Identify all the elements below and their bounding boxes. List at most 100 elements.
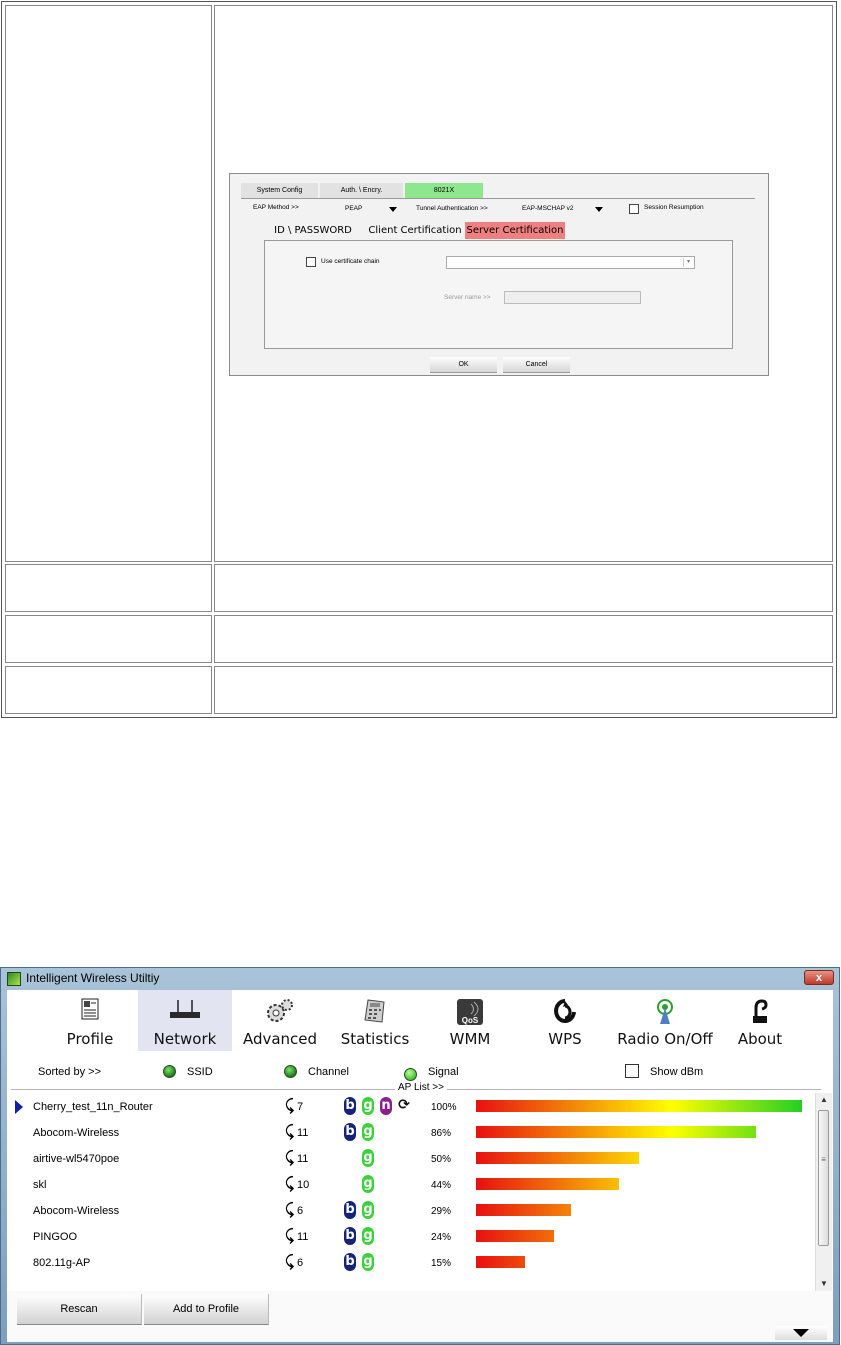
main-toolbar: Profile Network Advanced Statistics QoS … (7, 990, 833, 1051)
channel-icon: ⤹ (285, 1097, 295, 1114)
signal-strength-bar (476, 1178, 619, 1190)
cancel-button[interactable]: Cancel (503, 357, 570, 373)
scroll-down-icon[interactable]: ▼ (816, 1277, 832, 1291)
subtab-client-certification[interactable]: Client Certification (366, 222, 464, 239)
subtab-server-certification[interactable]: Server Certification (465, 222, 565, 239)
statistics-calculator-icon (362, 998, 388, 1029)
expand-button[interactable] (775, 1326, 827, 1340)
window-title: Intelligent Wireless Utiltiy (26, 971, 160, 985)
ap-list-row[interactable]: skl ⤹ 10 g 44% (7, 1171, 815, 1197)
sort-signal-radio[interactable] (404, 1068, 417, 1081)
ap-ssid: Abocom-Wireless (33, 1127, 120, 1139)
add-to-profile-button[interactable]: Add to Profile (144, 1294, 269, 1325)
wmm-qos-icon: QoS (456, 998, 484, 1031)
scrollbar-grip-icon: ≡ (821, 1155, 826, 1164)
table-cell-label-1 (5, 5, 212, 562)
tab-8021x[interactable]: 8021X (405, 183, 483, 198)
toolbar-wps[interactable]: WPS (518, 990, 612, 1051)
ap-list: Cherry_test_11n_Router ⤹ 7 b g n ⟳ 100% Abocom-W… (7, 1093, 815, 1291)
scrollbar-thumb[interactable] (818, 1110, 829, 1246)
toolbar-advanced[interactable]: Advanced (233, 990, 327, 1051)
document-table: System Config Auth. \ Encry. 8021X EAP M… (0, 0, 841, 721)
ap-signal-percent: 24% (431, 1232, 452, 1243)
toolbar-about[interactable]: About (713, 990, 807, 1051)
ap-list-row[interactable]: PINGOO ⤹ 11 b g 24% (7, 1223, 815, 1249)
window-client-area: Profile Network Advanced Statistics QoS … (7, 990, 833, 1342)
toolbar-wmm-label: WMM (449, 1030, 491, 1048)
toolbar-statistics[interactable]: Statistics (328, 990, 422, 1051)
tab-system-config[interactable]: System Config (241, 183, 318, 198)
ap-signal-percent: 29% (431, 1206, 452, 1217)
mode-g-badge: g (362, 1201, 374, 1219)
table-cell-label-4 (5, 666, 212, 714)
session-resumption-label: Session Resumption (644, 204, 704, 211)
ap-channel: 11 (297, 1231, 309, 1243)
toolbar-profile[interactable]: Profile (43, 990, 137, 1051)
toolbar-wmm[interactable]: QoS WMM (423, 990, 517, 1051)
advanced-gear-icon (264, 998, 296, 1029)
sort-signal-label: Signal (428, 1066, 459, 1078)
ap-list-row[interactable]: airtive-wl5470poe ⤹ 11 g 50% (7, 1145, 815, 1171)
server-name-label: Server name >> (444, 294, 491, 301)
ap-channel: 7 (297, 1101, 304, 1113)
ap-list-label: AP List >> (395, 1082, 447, 1093)
ap-signal-percent: 15% (431, 1258, 452, 1269)
mode-b-badge: b (344, 1097, 356, 1115)
title-bar[interactable]: Intelligent Wireless Utiltiy x (1, 968, 839, 989)
ap-ssid: PINGOO (33, 1231, 78, 1243)
close-button[interactable]: x (804, 970, 834, 985)
use-cert-chain-label: Use certificate chain (321, 258, 380, 265)
session-resumption-checkbox[interactable] (629, 204, 639, 214)
eap-method-dropdown-icon[interactable] (389, 207, 397, 212)
sort-channel-label: Channel (308, 1066, 349, 1078)
show-dbm-label: Show dBm (650, 1066, 704, 1078)
table-cell-content-4 (214, 666, 833, 714)
scroll-up-icon[interactable]: ▲ (816, 1093, 832, 1107)
mode-b-badge: b (344, 1201, 356, 1219)
show-dbm-checkbox[interactable] (625, 1064, 639, 1078)
ap-list-scrollbar[interactable]: ▲ ≡ ▼ (815, 1093, 832, 1291)
use-cert-chain-checkbox[interactable] (306, 257, 316, 267)
server-name-input[interactable] (504, 291, 641, 304)
tunnel-auth-value[interactable]: EAP-MSCHAP v2 (522, 205, 574, 212)
signal-strength-bar (476, 1152, 639, 1164)
ok-button[interactable]: OK (430, 357, 497, 373)
mode-g-badge: g (362, 1097, 374, 1115)
toolbar-radio-onoff[interactable]: Radio On/Off (613, 990, 717, 1051)
signal-strength-bar (476, 1256, 525, 1268)
ap-list-row[interactable]: Cherry_test_11n_Router ⤹ 7 b g n ⟳ 100% (7, 1093, 815, 1119)
toolbar-network-label: Network (153, 1030, 217, 1048)
channel-icon: ⤹ (285, 1201, 295, 1218)
bottom-button-bar: Rescan Add to Profile (7, 1291, 833, 1342)
app-logo-icon (7, 972, 21, 986)
subtab-id-password[interactable]: ID \ PASSWORD (266, 222, 360, 239)
table-cell-content-3 (214, 615, 833, 663)
tunnel-auth-dropdown-icon[interactable] (595, 207, 603, 212)
signal-strength-bar (476, 1100, 802, 1112)
sort-ssid-radio[interactable] (163, 1065, 176, 1078)
sort-channel-radio[interactable] (284, 1065, 297, 1078)
ap-channel: 11 (297, 1127, 309, 1139)
toolbar-profile-label: Profile (66, 1030, 114, 1048)
sort-ssid-label: SSID (187, 1066, 213, 1078)
ap-list-row[interactable]: 802.11g-AP ⤹ 6 b g 15% (7, 1249, 815, 1275)
ap-signal-percent: 44% (431, 1180, 452, 1191)
ap-list-row[interactable]: Abocom-Wireless ⤹ 11 b g 86% (7, 1119, 815, 1145)
table-cell-content-2 (214, 564, 833, 612)
8021x-dialog-screenshot: System Config Auth. \ Encry. 8021X EAP M… (229, 173, 769, 376)
mode-g-badge: g (362, 1175, 374, 1193)
wps-support-icon: ⟳ (398, 1097, 410, 1113)
server-certification-panel: Use certificate chain ▾ Server name >> (264, 240, 733, 349)
mode-n-badge: n (380, 1097, 392, 1115)
ap-channel: 11 (297, 1153, 309, 1165)
eap-method-value[interactable]: PEAP (345, 205, 362, 212)
ap-list-row[interactable]: Abocom-Wireless ⤹ 6 b g 29% (7, 1197, 815, 1223)
rescan-button[interactable]: Rescan (17, 1294, 142, 1325)
certificate-chain-select[interactable]: ▾ (446, 256, 695, 269)
chevron-down-icon: ▾ (683, 258, 693, 267)
tab-auth-encry[interactable]: Auth. \ Encry. (320, 183, 403, 198)
tab-divider (241, 198, 755, 199)
ap-channel: 10 (297, 1179, 310, 1191)
radio-antenna-icon (654, 998, 676, 1031)
toolbar-network[interactable]: Network (138, 990, 232, 1051)
